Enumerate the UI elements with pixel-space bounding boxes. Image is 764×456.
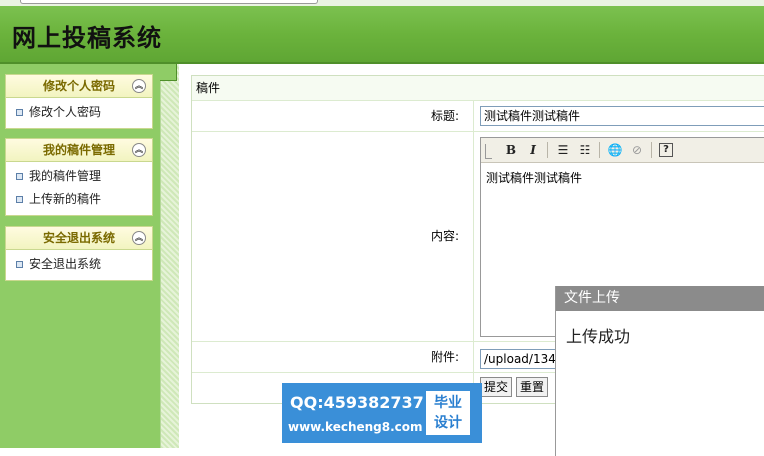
- watermark-badge-line2: 设计: [434, 415, 462, 431]
- watermark: QQ:459382737 www.kecheng8.com 毕业 设计: [282, 383, 482, 443]
- watermark-url: www.kecheng8.com: [288, 420, 423, 434]
- menu-group-manuscripts: 我的稿件管理 ︽ 我的稿件管理 上传新的稿件: [5, 138, 153, 216]
- sidebar-item-manage-manuscripts[interactable]: 我的稿件管理: [6, 165, 152, 188]
- bold-icon[interactable]: B: [503, 142, 519, 158]
- sidebar-item-label: 上传新的稿件: [29, 192, 102, 206]
- menu-group-header[interactable]: 我的稿件管理 ︽: [5, 138, 153, 162]
- browser-tab-edge: [20, 0, 318, 4]
- collapse-icon[interactable]: ︽: [132, 79, 146, 93]
- watermark-badge-line1: 毕业: [434, 395, 462, 411]
- content-label: 内容:: [192, 132, 474, 341]
- bullet-icon: [16, 109, 23, 116]
- menu-group-title: 我的稿件管理: [42, 143, 115, 157]
- bullet-icon: [16, 261, 23, 268]
- sidebar-item-upload-manuscript[interactable]: 上传新的稿件: [6, 188, 152, 211]
- editor-content[interactable]: 测试稿件测试稿件: [481, 163, 764, 192]
- sidebar-divider: [160, 64, 179, 448]
- collapse-icon[interactable]: ︽: [132, 143, 146, 157]
- sidebar-item-label: 修改个人密码: [29, 105, 102, 119]
- toolbar-separator: [599, 142, 600, 158]
- form-caption: 稿件: [192, 76, 764, 101]
- menu-group-header[interactable]: 安全退出系统 ︽: [5, 226, 153, 250]
- attachment-label: 附件:: [192, 342, 474, 372]
- help-icon[interactable]: ?: [659, 143, 673, 157]
- title-row: 标题: 测试稿件测试稿件: [192, 101, 764, 132]
- toolbar-separator: [547, 142, 548, 158]
- sidebar-item-label: 我的稿件管理: [29, 169, 102, 183]
- collapse-icon[interactable]: ︽: [132, 231, 146, 245]
- toolbar-grip-icon: [485, 144, 492, 159]
- italic-icon[interactable]: I: [525, 142, 541, 158]
- reset-button[interactable]: 重置: [516, 377, 549, 397]
- sidebar-corner: [160, 64, 177, 81]
- bullet-icon: [16, 196, 23, 203]
- menu-group-password: 修改个人密码 ︽ 修改个人密码: [5, 74, 153, 129]
- link-icon[interactable]: 🌐: [607, 142, 623, 158]
- app-header: 网上投稿系统: [0, 0, 764, 64]
- app-title: 网上投稿系统: [12, 23, 162, 52]
- toolbar-separator: [651, 142, 652, 158]
- dialog-message: 上传成功: [566, 327, 631, 346]
- unlink-icon[interactable]: ⊘: [629, 142, 645, 158]
- sidebar-item-logout[interactable]: 安全退出系统: [6, 253, 152, 276]
- editor-toolbar: B I ☰ ☷ 🌐 ⊘ ?: [481, 138, 764, 163]
- menu-group-logout: 安全退出系统 ︽ 安全退出系统: [5, 226, 153, 281]
- menu-group-header[interactable]: 修改个人密码 ︽: [5, 74, 153, 98]
- unordered-list-icon[interactable]: ☷: [577, 142, 593, 158]
- menu-group-title: 安全退出系统: [42, 231, 115, 245]
- bullet-icon: [16, 173, 23, 180]
- upload-dialog: 文件上传 上传成功: [555, 286, 764, 456]
- title-input[interactable]: 测试稿件测试稿件: [480, 106, 764, 126]
- title-label: 标题:: [192, 101, 474, 131]
- menu-group-title: 修改个人密码: [42, 79, 115, 93]
- watermark-qq: QQ:459382737: [290, 393, 424, 412]
- sidebar-item-label: 安全退出系统: [29, 257, 102, 271]
- ordered-list-icon[interactable]: ☰: [555, 142, 571, 158]
- sidebar-item-change-password[interactable]: 修改个人密码: [6, 101, 152, 124]
- dialog-title[interactable]: 文件上传: [556, 286, 764, 311]
- submit-button[interactable]: 提交: [480, 377, 513, 397]
- watermark-badge: 毕业 设计: [426, 391, 470, 435]
